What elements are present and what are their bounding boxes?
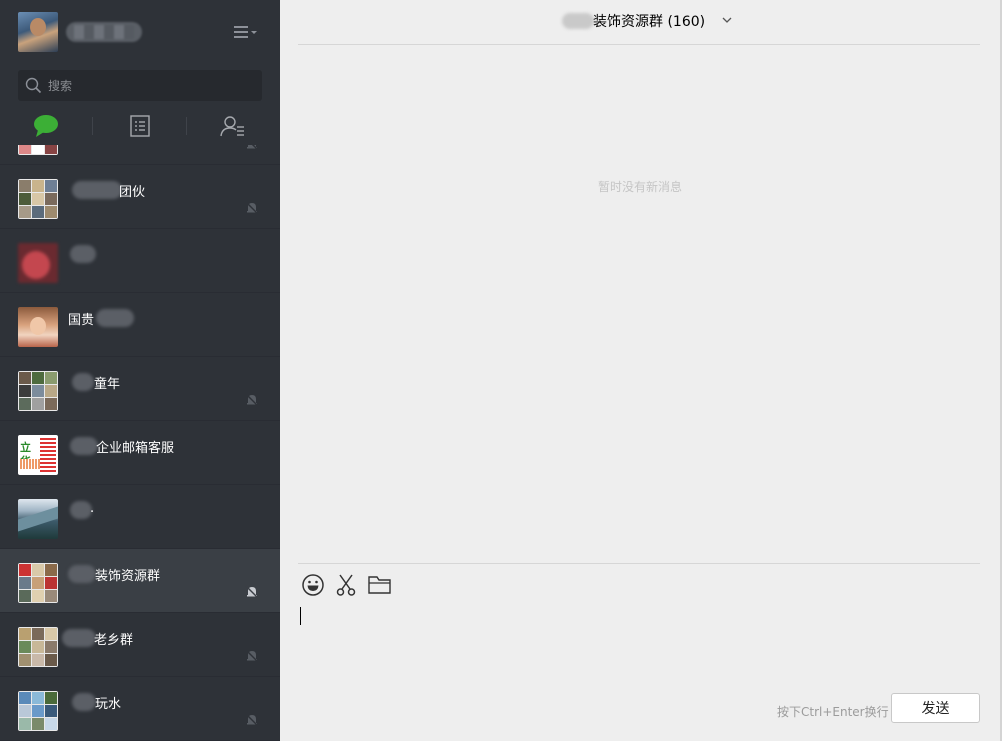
list-item[interactable]: 国贵	[0, 293, 280, 357]
list-item[interactable]	[0, 229, 280, 293]
emoji-icon	[302, 574, 324, 596]
send-button[interactable]: 发送	[891, 693, 980, 723]
list-item[interactable]: 立华 企业邮箱客服	[0, 421, 280, 485]
search-input[interactable]	[48, 70, 256, 101]
scissors-icon	[336, 574, 356, 596]
avatar	[18, 243, 58, 283]
avatar	[18, 563, 58, 603]
message-input[interactable]	[298, 602, 980, 682]
avatar	[18, 145, 58, 155]
sidebar-tabs	[0, 108, 280, 144]
caret-down-icon	[251, 31, 257, 34]
empty-message-tip: 暂时没有新消息	[597, 180, 682, 194]
company-logo: 立华	[20, 441, 31, 468]
list-item[interactable]: 老乡群	[0, 613, 280, 677]
tab-divider	[186, 117, 187, 135]
conversation-title: 国贵	[68, 313, 95, 328]
tab-divider	[92, 117, 93, 135]
avatar	[18, 499, 58, 539]
mute-bell-icon	[245, 713, 259, 727]
conversation-title: 童年	[94, 377, 121, 392]
list-item[interactable]: 团伙	[0, 165, 280, 229]
conversation-title: 企业邮箱客服	[96, 441, 175, 456]
mute-bell-icon	[245, 649, 259, 663]
conversation-title: 团伙	[119, 185, 146, 200]
contacts-icon	[220, 116, 244, 137]
screenshot-button[interactable]	[333, 573, 359, 597]
send-file-button[interactable]	[367, 573, 393, 597]
avatar	[18, 307, 58, 347]
mute-bell-icon	[245, 585, 259, 599]
list-item[interactable]	[0, 145, 280, 165]
avatar	[18, 627, 58, 667]
conversation-title: 玩水	[95, 697, 122, 712]
mute-bell-icon	[247, 145, 259, 151]
newline-hint: 按下Ctrl+Enter换行	[777, 705, 889, 719]
article-icon	[130, 115, 150, 137]
conversation-list: 团伙 国贵 童年 立 企业邮箱客服 . 装饰资源群 老乡群 玩水	[0, 145, 280, 741]
mute-bell-icon	[245, 201, 259, 215]
conversation-title: 老乡群	[94, 633, 134, 648]
menu-button[interactable]	[234, 26, 258, 40]
list-item[interactable]: 童年	[0, 357, 280, 421]
list-item[interactable]: .	[0, 485, 280, 549]
avatar: 立华	[18, 435, 58, 475]
chat-title: 装饰资源群 (160)	[593, 14, 706, 30]
chevron-down-icon	[722, 17, 732, 23]
mute-bell-icon	[245, 393, 259, 407]
list-item-active[interactable]: 装饰资源群	[0, 549, 280, 613]
chat-panel: 装饰资源群 (160) 暂时没有新消息 按下Ctrl+Enter换行 发送	[280, 0, 1000, 741]
folder-icon	[368, 576, 391, 594]
search-icon	[25, 77, 42, 94]
text-cursor	[300, 607, 301, 625]
menu-icon	[234, 26, 248, 28]
avatar	[18, 691, 58, 731]
tab-contacts[interactable]	[218, 112, 248, 140]
chat-header[interactable]: 装饰资源群 (160)	[298, 0, 980, 45]
avatar	[18, 179, 58, 219]
search-box	[18, 70, 262, 101]
list-item[interactable]: 玩水	[0, 677, 280, 741]
conversation-title: 装饰资源群	[95, 569, 161, 584]
sidebar: 团伙 国贵 童年	[0, 0, 280, 741]
message-composer: 按下Ctrl+Enter换行 发送	[298, 563, 980, 741]
emoji-button[interactable]	[300, 573, 326, 597]
profile-avatar[interactable]	[18, 12, 58, 52]
profile-name-blurred	[66, 22, 142, 42]
avatar	[18, 371, 58, 411]
chat-bubble-icon	[34, 115, 58, 137]
profile-header	[0, 0, 280, 65]
tab-chat[interactable]	[32, 112, 62, 140]
tab-read[interactable]	[125, 112, 155, 140]
conversation-title: .	[90, 501, 95, 516]
